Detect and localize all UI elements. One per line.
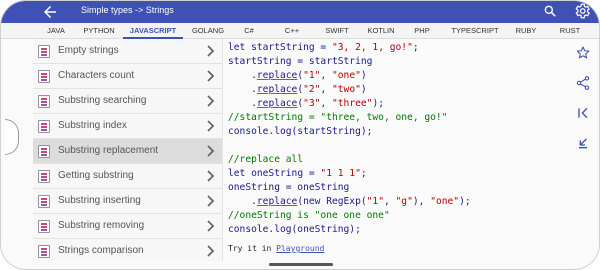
first-page-icon[interactable] <box>575 105 591 121</box>
list-item-label: Strings comparison <box>58 245 144 256</box>
list-item-label: Substring inserting <box>58 195 141 206</box>
list-item-label: Substring searching <box>58 95 147 106</box>
chevron-right-icon <box>207 95 215 107</box>
phone-frame: Simple types -> Strings JAVA PYTHON JAVA… <box>0 0 600 270</box>
list-item[interactable]: Substring removing <box>33 214 222 239</box>
tab-cpp[interactable]: C++ <box>279 23 305 39</box>
string-doc-icon <box>38 95 50 108</box>
list-item[interactable]: Substring searching <box>33 89 222 114</box>
code-line: console.log(startString); <box>228 126 373 137</box>
code-line: .replace("1", "one") <box>228 70 367 81</box>
tab-java[interactable]: JAVA <box>39 23 73 39</box>
tab-swift[interactable]: SWIFT <box>319 23 355 39</box>
string-doc-icon <box>38 120 50 133</box>
code-comment: //startString = "three, two, one, go!" <box>228 112 448 123</box>
app-bar: Simple types -> Strings <box>1 1 599 23</box>
gear-icon[interactable] <box>573 2 591 20</box>
tab-csharp[interactable]: C# <box>237 23 261 39</box>
list-item[interactable]: Characters count <box>33 64 222 89</box>
tab-typescript[interactable]: TYPESCRIPT <box>447 23 503 39</box>
app-title: Simple types -> Strings <box>81 5 174 15</box>
code-line: let startString = "3, 2, 1, go!"; <box>228 42 419 53</box>
action-rail <box>567 39 599 169</box>
list-item[interactable]: Getting substring <box>33 164 222 189</box>
list-item-label: Substring replacement <box>58 145 159 156</box>
code-line: startString = startString <box>228 56 373 67</box>
list-item-label: Getting substring <box>58 170 134 181</box>
star-outline-icon[interactable] <box>575 45 591 61</box>
code-line: .replace("2", "two") <box>228 84 367 95</box>
home-indicator[interactable] <box>269 263 333 266</box>
chevron-right-icon <box>207 195 215 207</box>
arrow-back-icon[interactable] <box>41 3 59 21</box>
code-line: let oneString = "1 1 1"; <box>228 168 367 179</box>
string-doc-icon <box>38 70 50 83</box>
share-icon[interactable] <box>575 75 591 91</box>
tab-rust[interactable]: RUST <box>555 23 585 39</box>
code-line: console.log(oneString); <box>228 224 361 235</box>
chevron-right-icon <box>207 45 215 57</box>
chevron-right-icon <box>207 220 215 232</box>
string-doc-icon <box>38 145 50 158</box>
list-item[interactable]: Empty strings <box>33 39 222 64</box>
chevron-right-icon <box>207 70 215 82</box>
topics-sidebar: Empty strings Characters count Substring… <box>33 39 223 261</box>
chevron-right-icon <box>207 120 215 132</box>
code-comment: //oneString is "one one one" <box>228 210 390 221</box>
code-comment: //replace all <box>228 154 304 165</box>
tab-php[interactable]: PHP <box>409 23 435 39</box>
search-icon[interactable] <box>543 4 557 18</box>
code-sample: let startString = "3, 2, 1, go!"; startS… <box>228 41 558 259</box>
chevron-right-icon <box>207 245 215 257</box>
string-doc-icon <box>38 45 50 58</box>
list-item-label: Substring index <box>58 120 127 131</box>
string-doc-icon <box>38 170 50 183</box>
tab-python[interactable]: PYTHON <box>77 23 121 39</box>
tab-golang[interactable]: GOLANG <box>185 23 231 39</box>
list-item[interactable]: Substring index <box>33 114 222 139</box>
list-item-label: Substring removing <box>58 220 145 231</box>
code-line: .replace("3", "three"); <box>228 98 384 109</box>
code-line: .replace(new RegExp("1", "g"), "one"); <box>228 196 471 207</box>
code-line: oneString = oneString <box>228 182 350 193</box>
string-doc-icon <box>38 195 50 208</box>
list-item[interactable]: Substring inserting <box>33 189 222 214</box>
string-doc-icon <box>38 220 50 233</box>
collapse-icon[interactable] <box>575 135 591 151</box>
chevron-right-icon <box>207 145 215 157</box>
playground-link[interactable]: Playground <box>276 244 324 253</box>
try-it-text: Try it in Playground <box>228 244 325 253</box>
tab-kotlin[interactable]: KOTLIN <box>361 23 401 39</box>
list-item-label: Characters count <box>58 70 135 81</box>
chevron-right-icon <box>207 170 215 182</box>
list-item[interactable]: Strings comparison <box>33 239 222 261</box>
string-doc-icon <box>38 245 50 258</box>
list-item-selected[interactable]: Substring replacement <box>33 139 222 164</box>
language-tabs: JAVA PYTHON JAVASCRIPT GOLANG C# C++ SWI… <box>1 23 599 39</box>
tab-ruby[interactable]: RUBY <box>511 23 541 39</box>
list-item-label: Empty strings <box>58 45 119 56</box>
camera-notch <box>5 119 19 155</box>
tab-javascript[interactable]: JAVASCRIPT <box>123 23 183 39</box>
